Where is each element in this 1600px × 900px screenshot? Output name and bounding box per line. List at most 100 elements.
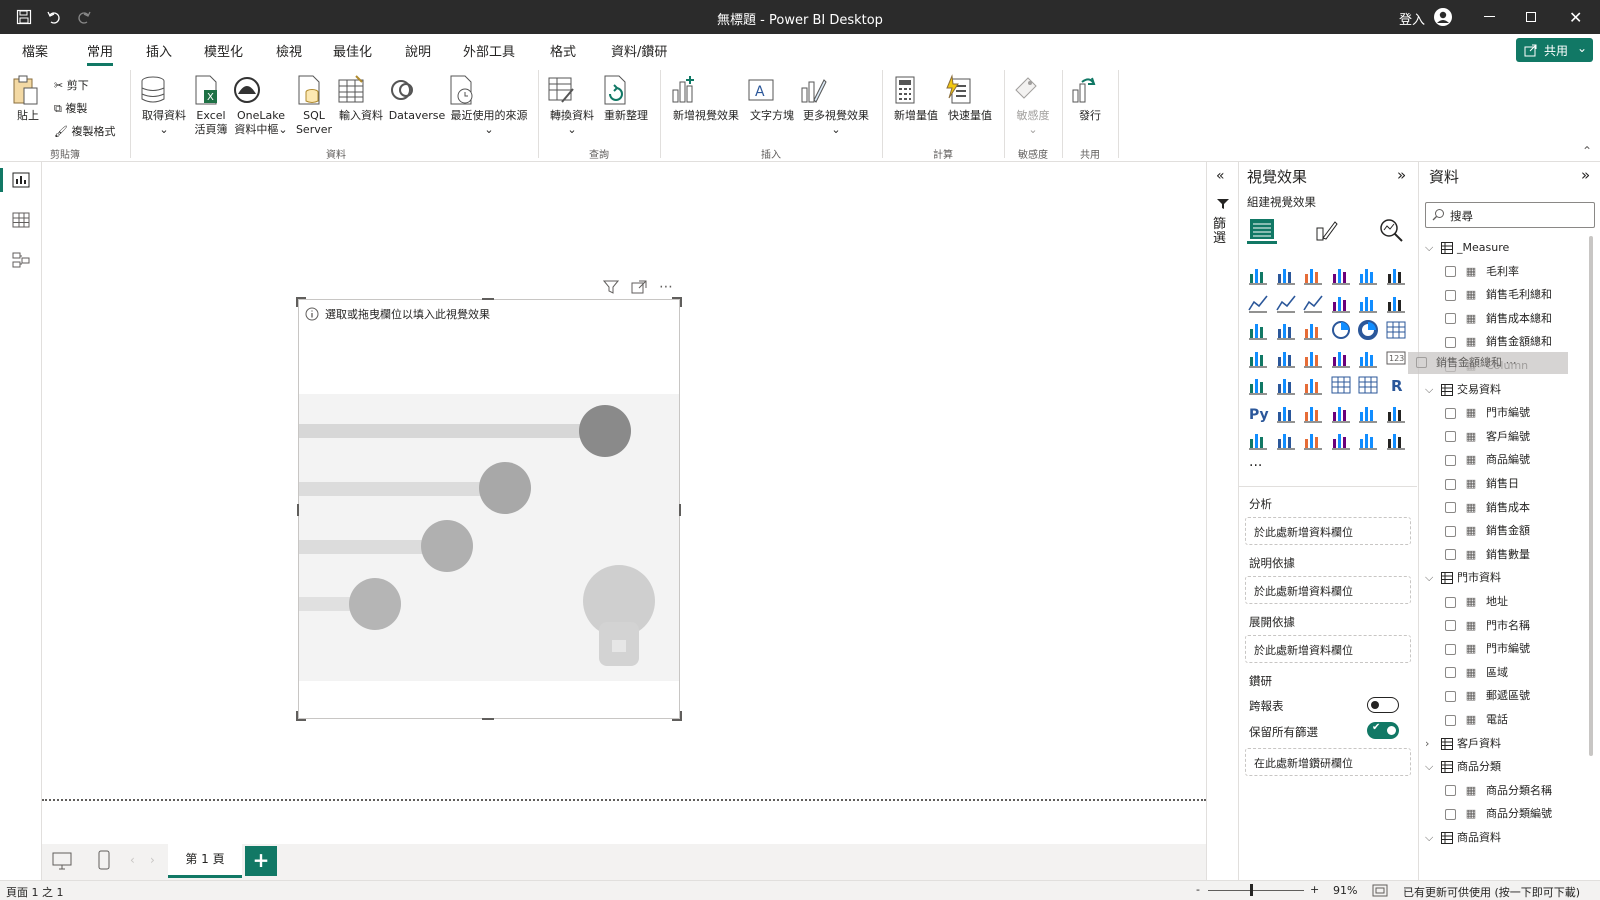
drill-through-dropzone[interactable]: 在此處新增鑽研欄位 [1245,748,1411,776]
well-expand-by-dropzone[interactable]: 於此處新增資料欄位 [1245,635,1411,663]
field-item[interactable]: ▦ 郵遞區號 [1445,684,1530,708]
viz-kpi-icon[interactable] [1275,374,1297,396]
field-checkbox[interactable] [1445,596,1456,608]
account-icon[interactable] [1433,7,1453,27]
tab-data-drill[interactable]: 資料/鑽研 [611,41,667,60]
field-checkbox[interactable] [1445,313,1456,325]
update-available-link[interactable]: 已有更新可供使用 (按一下即可下載) [1403,884,1580,900]
get-data-button[interactable]: 取得資料 ⌄ [138,74,190,137]
field-checkbox[interactable] [1445,431,1456,443]
field-item[interactable]: ▦ 商品編號 [1445,448,1530,472]
page-tab-1[interactable]: 第 1 頁 [168,844,242,878]
field-item[interactable]: ▦ 商品分類名稱 [1445,779,1552,803]
field-checkbox[interactable] [1445,785,1456,797]
cut-button[interactable]: ✂ 剪下 [54,74,115,97]
field-item[interactable]: ▦ 門市名稱 [1445,614,1530,638]
onelake-hub-button[interactable]: OneLake 資料中樞⌄ [232,74,290,137]
refresh-button[interactable]: 重新整理 [600,74,652,123]
field-item[interactable]: ▦ 毛利率 [1445,260,1519,284]
field-checkbox[interactable] [1445,549,1456,561]
recent-sources-button[interactable]: 最近使用的來源 ⌄ [446,74,532,137]
field-item[interactable]: ▦ 銷售金額 [1445,519,1530,543]
excel-workbook-button[interactable]: X Excel 活頁簿 [190,74,232,137]
dataverse-button[interactable]: Dataverse [388,74,446,123]
field-checkbox[interactable] [1445,289,1456,301]
table-view-icon[interactable] [12,212,30,228]
tab-help[interactable]: 說明 [405,41,431,60]
viz-smart-narrative-icon[interactable] [1357,402,1379,424]
analytics-tab-icon[interactable] [1379,218,1403,242]
field-list-scrollbar[interactable] [1589,236,1593,756]
sensitivity-button[interactable]: 敏感度 ⌄ [1010,74,1056,137]
field-checkbox[interactable] [1445,336,1456,348]
resize-handle[interactable] [482,718,494,720]
resize-handle[interactable] [482,298,494,300]
sign-in-link[interactable]: 登入 [1399,9,1425,28]
viz-fabric-icon[interactable] [1357,429,1379,451]
chevron-down-icon[interactable]: ⌵ [1425,378,1439,402]
field-checkbox[interactable] [1445,667,1456,679]
focus-mode-icon[interactable] [631,280,647,294]
viz-map-icon[interactable] [1247,347,1269,369]
collapse-data-icon[interactable]: » [1581,166,1590,184]
chevron-right-icon[interactable]: › [1425,732,1439,756]
quick-measure-button[interactable]: 快速量值 [944,74,996,123]
sql-server-button[interactable]: SQL Server [294,74,334,137]
resize-handle[interactable] [297,504,299,516]
copy-button[interactable]: ⧉ 複製 [54,97,115,120]
tab-insert[interactable]: 插入 [146,41,172,60]
resize-handle[interactable] [679,504,681,516]
zoom-slider[interactable] [1208,890,1304,891]
viz-funnel-icon[interactable] [1275,319,1297,341]
chevron-down-icon[interactable]: ⌵ [1425,566,1439,590]
tab-external-tools[interactable]: 外部工具 [463,41,515,60]
field-item[interactable]: ▦ 銷售日 [1445,472,1519,496]
field-item[interactable]: ▦ 銷售成本 [1445,496,1530,520]
chevron-down-icon[interactable]: ⌵ [1425,826,1439,850]
model-view-icon[interactable] [12,252,30,268]
chevron-down-icon[interactable]: ⌵ [1425,236,1439,260]
resize-handle[interactable] [296,297,306,307]
mobile-layout-icon[interactable] [98,850,110,870]
viz-clustered-bar-icon[interactable] [1302,264,1324,286]
viz-stacked-area-icon[interactable] [1302,292,1324,314]
viz-metrics-icon[interactable] [1385,402,1407,424]
maximize-button[interactable] [1526,12,1536,22]
format-visual-tab-icon[interactable] [1315,218,1339,242]
viz-100-column-icon[interactable] [1385,264,1407,286]
new-visual-button[interactable]: 新增視覺效果 [668,74,744,123]
viz-paginated-icon[interactable] [1247,429,1269,451]
viz-slicer-icon[interactable] [1302,374,1324,396]
field-checkbox[interactable] [1445,525,1456,537]
minimize-button[interactable] [1484,16,1495,17]
field-search-box[interactable]: 搜尋 [1425,202,1595,228]
chevron-down-icon[interactable]: ⌵ [1425,755,1439,779]
filter-icon[interactable] [603,280,619,294]
viz-shape-map-icon[interactable] [1302,347,1324,369]
tab-home[interactable]: 常用 [87,41,114,66]
viz-stacked-column-icon[interactable] [1275,264,1297,286]
table-node[interactable]: ⌵ _Measure [1425,236,1509,260]
paste-button[interactable]: 貼上 [10,74,46,123]
enter-data-button[interactable]: 輸入資料 [336,74,386,123]
viz-narrative-icon[interactable] [1385,429,1407,451]
field-checkbox[interactable] [1445,502,1456,514]
field-item[interactable]: ▦ 銷售毛利總和 [1445,283,1552,307]
collapse-ribbon-icon[interactable]: ⌃ [1582,144,1592,158]
viz-multi-row-card-icon[interactable] [1247,374,1269,396]
resize-handle[interactable] [672,297,682,307]
table-node[interactable]: › 客戶資料 [1425,732,1501,756]
new-measure-button[interactable]: 新增量值 [890,74,942,123]
filters-pane-collapsed[interactable]: « 篩選 [1206,162,1238,880]
viz-power-automate-icon[interactable] [1302,429,1324,451]
field-item[interactable]: ▦ 商品分類編號 [1445,802,1552,826]
viz-decomposition-tree-icon[interactable] [1302,402,1324,424]
next-page-icon[interactable]: › [150,853,155,867]
well-analyze-dropzone[interactable]: 於此處新增資料欄位 [1245,517,1411,545]
viz-treemap-icon[interactable] [1385,319,1407,341]
more-visuals-button[interactable]: 更多視覺效果 ⌄ [798,74,874,137]
field-item[interactable]: ▦ 銷售金額總和 [1445,330,1552,354]
field-checkbox[interactable] [1445,454,1456,466]
field-item[interactable]: ▦ 電話 [1445,708,1508,732]
field-checkbox[interactable] [1445,690,1456,702]
